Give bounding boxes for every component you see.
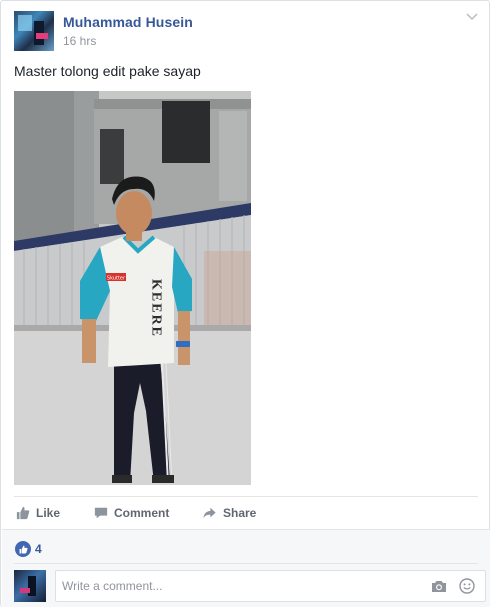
footer-divider [14, 563, 478, 564]
post-footer: 4 [2, 529, 490, 607]
feed-post: Muhammad Husein 16 hrs Master tolong edi… [0, 0, 490, 607]
actions-top-divider [14, 496, 478, 497]
post-timestamp[interactable]: 16 hrs [63, 34, 96, 48]
post-message: Master tolong edit pake sayap [14, 63, 201, 79]
commenter-avatar [14, 570, 46, 602]
comment-composer [14, 570, 486, 602]
like-button[interactable]: Like [16, 499, 60, 527]
shirt-patch-text: Skutter [107, 276, 126, 282]
chevron-down-icon[interactable] [466, 13, 478, 21]
camera-icon[interactable] [431, 579, 447, 593]
photo-image: Skutter KEERE [14, 91, 251, 485]
reaction-count[interactable]: 4 [35, 542, 42, 556]
shirt-print-text: KEERE [149, 279, 164, 338]
share-button[interactable]: Share [202, 499, 256, 527]
smiley-icon[interactable] [459, 578, 475, 594]
post-actions-bar: Like Comment Share [14, 499, 478, 527]
comment-button[interactable]: Comment [94, 499, 169, 527]
comment-input[interactable] [62, 571, 422, 601]
like-label: Like [36, 506, 61, 520]
reaction-summary[interactable]: 4 [15, 540, 42, 558]
author-avatar[interactable] [14, 11, 54, 51]
comment-icon [94, 507, 108, 519]
like-badge-icon [15, 541, 31, 557]
comment-label: Comment [114, 506, 170, 520]
share-label: Share [223, 506, 257, 520]
post-header: Muhammad Husein 16 hrs [14, 11, 478, 53]
post-photo[interactable]: Skutter KEERE [14, 91, 251, 485]
share-icon [203, 507, 216, 519]
comment-box[interactable] [55, 570, 486, 602]
author-name-link[interactable]: Muhammad Husein [63, 14, 193, 30]
like-icon [16, 506, 30, 520]
